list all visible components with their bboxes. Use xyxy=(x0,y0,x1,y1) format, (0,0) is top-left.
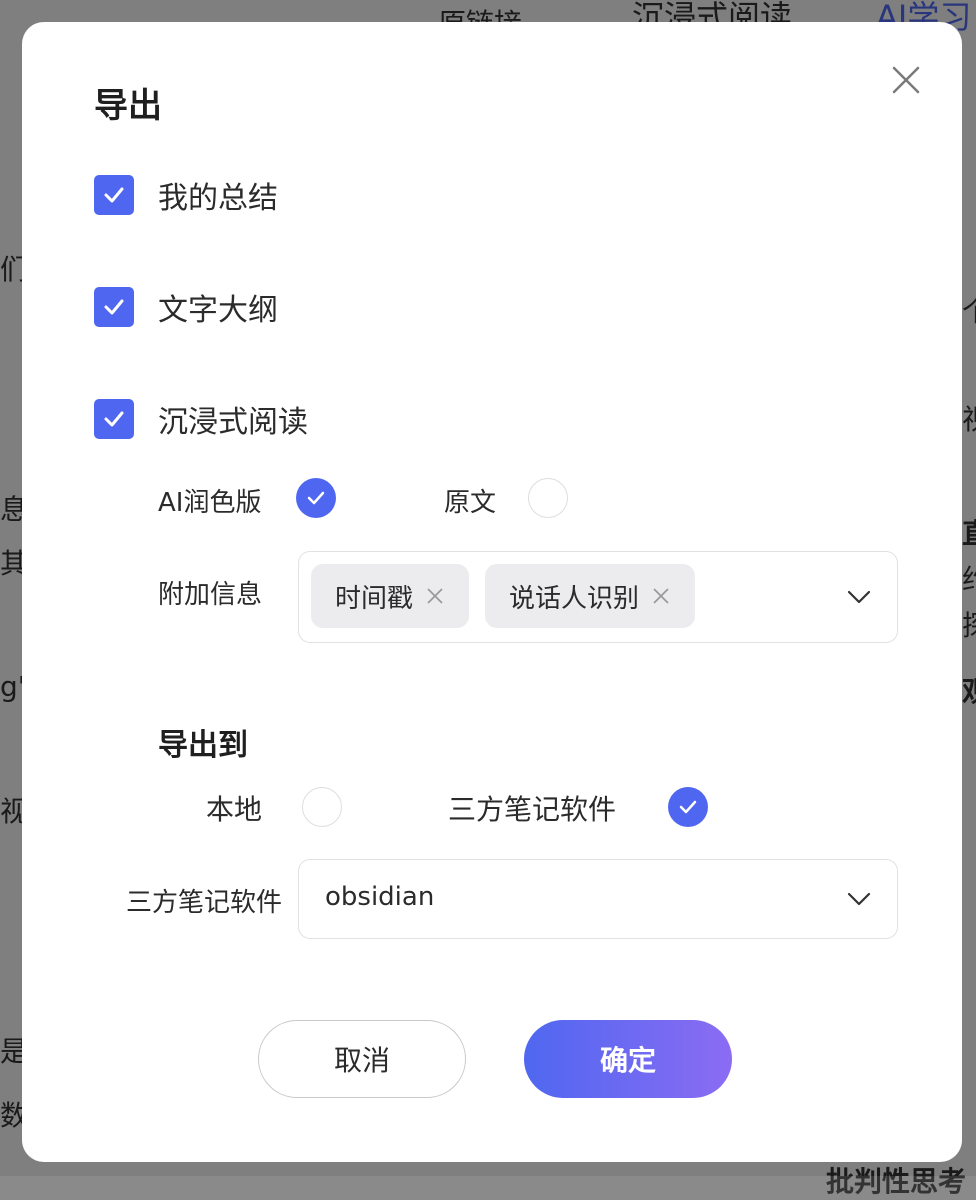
software-value: obsidian xyxy=(325,882,435,912)
option-label: 文字大纲 xyxy=(158,293,278,328)
tag-timestamp: 时间戳 xyxy=(311,564,470,628)
third-party-label: 三方笔记软件 xyxy=(448,793,617,826)
confirm-button[interactable]: 确定 xyxy=(524,1020,732,1098)
chevron-down-icon[interactable] xyxy=(847,590,871,604)
software-select[interactable]: obsidian xyxy=(298,859,898,939)
ai-polished-label: AI润色版 xyxy=(158,488,262,518)
checkbox-checked-icon[interactable] xyxy=(94,175,134,215)
software-label: 三方笔记软件 xyxy=(126,888,283,918)
tag-speaker-recognition: 说话人识别 xyxy=(485,564,696,628)
third-party-radio[interactable] xyxy=(668,787,708,827)
chevron-down-icon[interactable] xyxy=(847,892,871,906)
ai-polished-radio[interactable] xyxy=(296,478,336,518)
remove-tag-icon[interactable] xyxy=(651,586,671,606)
local-radio[interactable] xyxy=(302,787,342,827)
original-text-label: 原文 xyxy=(444,488,497,518)
tag-label: 说话人识别 xyxy=(509,583,640,614)
checkbox-checked-icon[interactable] xyxy=(94,287,134,327)
original-text-radio[interactable] xyxy=(528,478,568,518)
extra-info-label: 附加信息 xyxy=(158,580,263,610)
local-label: 本地 xyxy=(206,793,263,826)
dialog-title: 导出 xyxy=(94,86,162,126)
close-icon[interactable] xyxy=(888,62,924,98)
option-text-outline[interactable]: 文字大纲 xyxy=(94,285,278,329)
option-label: 沉浸式阅读 xyxy=(158,405,308,440)
option-label: 我的总结 xyxy=(158,181,278,216)
checkbox-checked-icon[interactable] xyxy=(94,399,134,439)
extra-info-select[interactable]: 时间戳 说话人识别 xyxy=(298,551,898,643)
cancel-button[interactable]: 取消 xyxy=(258,1020,466,1098)
option-my-summary[interactable]: 我的总结 xyxy=(94,173,278,217)
option-immersive-reading[interactable]: 沉浸式阅读 xyxy=(94,397,308,441)
export-dialog: 导出 我的总结 文字大纲 沉浸式阅读 AI润色版 原文 附加信息 时间戳 说话人… xyxy=(22,22,962,1162)
tag-label: 时间戳 xyxy=(335,583,414,614)
remove-tag-icon[interactable] xyxy=(425,586,445,606)
export-to-heading: 导出到 xyxy=(158,728,248,763)
